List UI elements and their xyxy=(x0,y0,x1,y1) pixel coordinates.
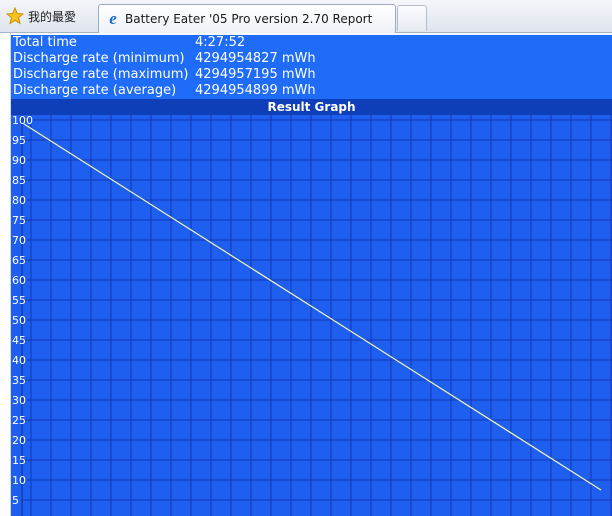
y-tick-label: 65 xyxy=(12,254,26,267)
y-tick-label: 25 xyxy=(12,414,26,427)
y-tick-label: 35 xyxy=(12,374,26,387)
browser-tab-bar: 我的最愛 e Battery Eater '05 Pro version 2.7… xyxy=(0,0,612,33)
new-tab-button[interactable] xyxy=(397,5,427,31)
y-tick-label: 30 xyxy=(12,394,26,407)
y-tick-label: 20 xyxy=(12,434,26,447)
y-tick-label: 10 xyxy=(12,474,26,487)
star-icon xyxy=(6,7,24,25)
graph-title: Result Graph xyxy=(11,99,612,115)
stats-panel: Total time 4:27:52 Discharge rate (minim… xyxy=(11,35,612,99)
stat-label: Total time xyxy=(13,35,77,50)
stat-value: 4294954899 mWh xyxy=(195,83,316,98)
favorites-button[interactable]: 我的最愛 xyxy=(2,4,94,28)
favorites-label: 我的最愛 xyxy=(28,9,77,24)
result-graph: 100 95 90 85 80 75 70 65 60 55 50 45 40 35 30 25 20 15 10 5 xyxy=(11,115,612,516)
stat-label: Discharge rate (maximum) xyxy=(13,67,189,82)
y-tick-label: 70 xyxy=(12,234,26,247)
y-tick-label: 85 xyxy=(12,174,26,187)
y-tick-label: 5 xyxy=(12,494,19,507)
y-tick-label: 45 xyxy=(12,334,26,347)
y-tick-label: 75 xyxy=(12,214,26,227)
y-tick-label: 80 xyxy=(12,194,26,207)
stat-value: 4294954827 mWh xyxy=(195,51,316,66)
tab-title: Battery Eater '05 Pro version 2.70 Repor… xyxy=(125,12,373,26)
y-tick-label: 55 xyxy=(12,294,26,307)
y-tick-label: 90 xyxy=(12,154,26,167)
result-graph-svg: 100 95 90 85 80 75 70 65 60 55 50 45 40 35 30 25 20 15 10 5 xyxy=(12,115,612,516)
stat-label: Discharge rate (minimum) xyxy=(13,51,185,66)
report-content: Total time 4:27:52 Discharge rate (minim… xyxy=(0,33,612,516)
y-tick-label: 15 xyxy=(12,454,26,467)
stat-label: Discharge rate (average) xyxy=(13,83,177,98)
tab-battery-eater-report[interactable]: e Battery Eater '05 Pro version 2.70 Rep… xyxy=(98,4,396,33)
stat-value: 4294957195 mWh xyxy=(195,67,316,82)
left-frame-strip xyxy=(0,33,11,516)
y-tick-label: 100 xyxy=(12,115,33,127)
y-tick-label: 50 xyxy=(12,314,26,327)
stat-value: 4:27:52 xyxy=(195,35,246,50)
y-tick-label: 40 xyxy=(12,354,26,367)
y-tick-label: 95 xyxy=(12,134,26,147)
y-tick-label: 60 xyxy=(12,274,26,287)
ie-icon: e xyxy=(109,9,117,28)
